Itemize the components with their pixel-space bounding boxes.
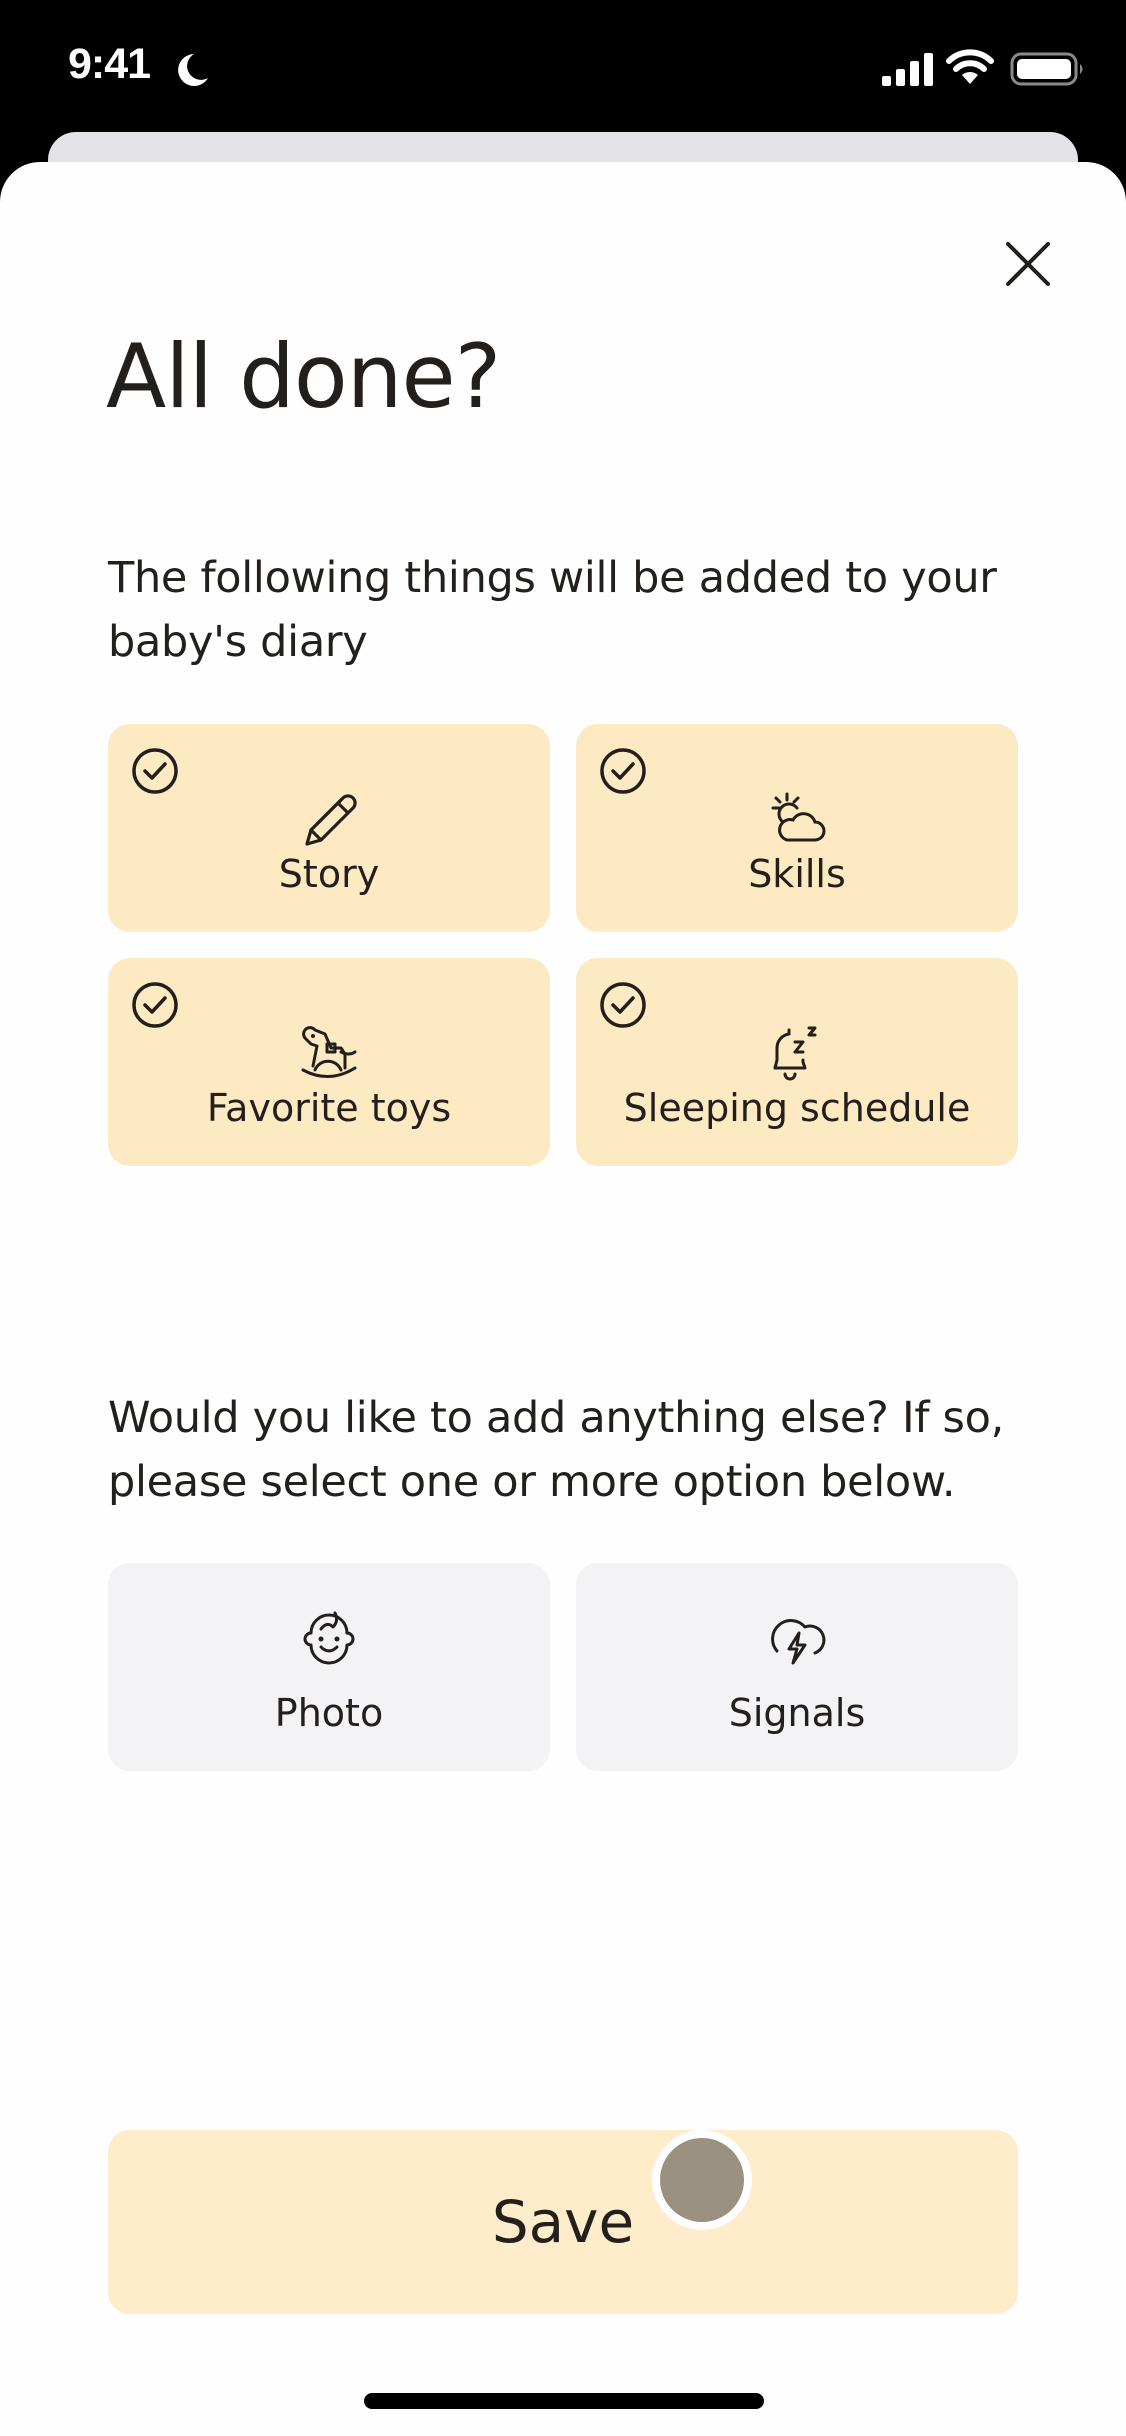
selected-item-sleeping-schedule[interactable]: Sleeping schedule <box>576 958 1018 1166</box>
card-label: Story <box>278 852 380 896</box>
cloud-lightning-icon <box>771 1619 826 1665</box>
close-button[interactable] <box>996 232 1060 296</box>
card-label: Sleeping schedule <box>623 1086 971 1130</box>
close-icon <box>1006 242 1050 286</box>
prompt-text: Would you like to add anything else? If … <box>108 1393 1005 1507</box>
selected-item-skills[interactable]: Skills <box>576 724 1018 932</box>
save-button[interactable]: Save <box>108 2130 1018 2314</box>
selected-item-favorite-toys[interactable]: Favorite toys <box>108 958 550 1166</box>
save-label: Save <box>491 2188 635 2256</box>
bell-sleep-icon <box>773 1026 817 1081</box>
battery-icon <box>1010 52 1083 86</box>
wifi-icon <box>946 49 994 84</box>
moon-icon <box>178 54 208 86</box>
home-indicator[interactable] <box>364 2393 764 2409</box>
card-label: Favorite toys <box>206 1086 452 1130</box>
check-circle-icon <box>600 748 646 794</box>
card-label: Signals <box>728 1691 866 1735</box>
touch-cursor-dot <box>660 2138 744 2222</box>
check-circle-icon <box>600 982 646 1028</box>
rocking-horse-icon <box>301 1026 357 1078</box>
check-circle-icon <box>132 748 178 794</box>
intro-text: The following things will be added to yo… <box>108 553 997 667</box>
selected-item-story[interactable]: Story <box>108 724 550 932</box>
option-photo[interactable]: Photo <box>108 1563 550 1771</box>
modal-sheet <box>0 162 1126 2436</box>
signal-icon <box>882 53 933 86</box>
baby-face-icon <box>303 1611 355 1665</box>
option-signals[interactable]: Signals <box>576 1563 1018 1771</box>
check-circle-icon <box>132 982 178 1028</box>
page-title: All done? <box>106 325 501 428</box>
touch-cursor-indicator <box>652 2130 752 2230</box>
sun-cloud-icon <box>771 792 826 842</box>
status-time: 9:41 <box>68 40 151 88</box>
card-label: Photo <box>274 1691 384 1735</box>
card-label: Skills <box>748 852 846 896</box>
pencil-icon <box>305 794 357 846</box>
status-bar: 9:41 <box>0 0 1126 140</box>
